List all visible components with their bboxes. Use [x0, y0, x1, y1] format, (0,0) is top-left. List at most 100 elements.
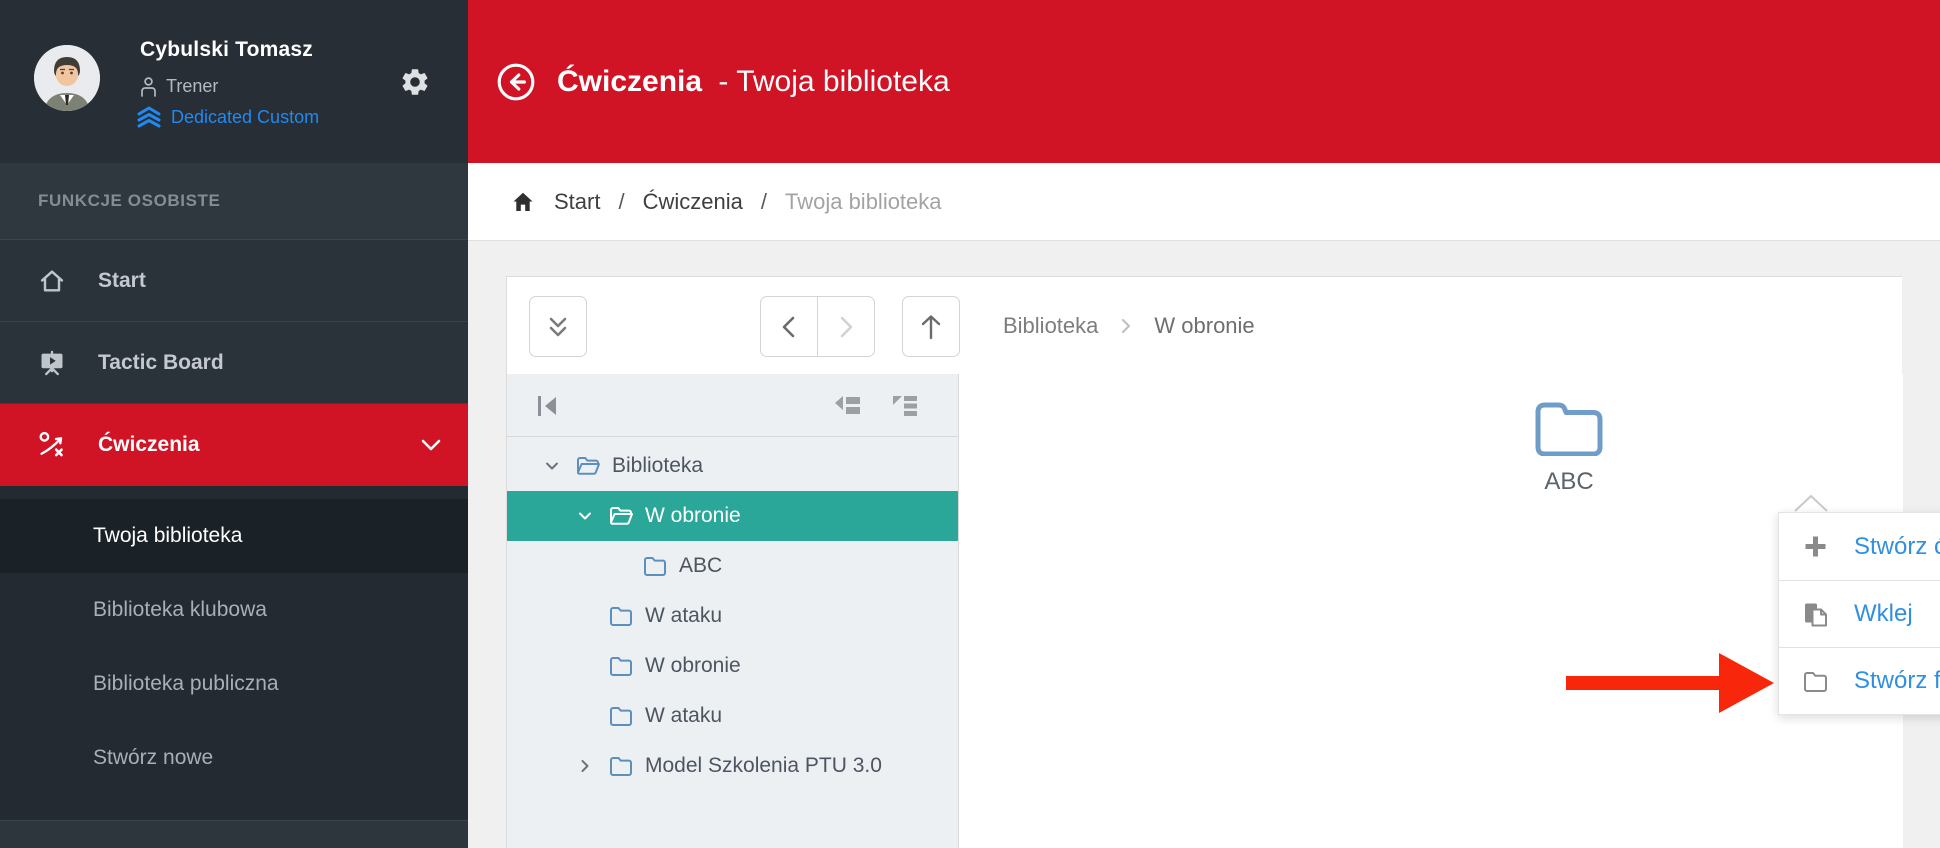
home-icon[interactable]	[510, 190, 536, 214]
folder-icon	[1802, 668, 1829, 695]
tree-item-label: Model Szkolenia PTU 3.0	[645, 754, 882, 778]
collapse-all-icon[interactable]	[834, 395, 861, 416]
collapse-sidebar-icon[interactable]	[535, 393, 561, 419]
sidebar-item-start[interactable]: Start	[0, 240, 468, 322]
chevron-down-icon	[420, 438, 442, 452]
back-button[interactable]	[495, 61, 537, 103]
tree-item-abc[interactable]: ABC	[507, 541, 958, 591]
folder-icon	[642, 555, 668, 577]
tree-item-w-obronie-selected[interactable]: W obronie	[507, 491, 958, 541]
breadcrumb-item-cwiczenia[interactable]: Ćwiczenia	[643, 189, 743, 215]
menu-item-label: Stwórz folder	[1854, 667, 1940, 695]
page-title-subsection: - Twoja biblioteka	[718, 65, 949, 98]
tree-item-label: W obronie	[645, 654, 741, 678]
profile-section: Cybulski Tomasz Trener Dedicated Custom	[0, 0, 468, 163]
sidebar-item-label: Start	[98, 269, 146, 293]
folder-icon	[608, 755, 634, 777]
page-header: Ćwiczenia - Twoja biblioteka	[468, 0, 1940, 163]
sidebar-section-header: FUNKCJE OSOBISTE	[0, 163, 468, 240]
chevron-right-icon	[1120, 317, 1132, 335]
sidebar-submenu: Twoja biblioteka Biblioteka klubowa Bibl…	[0, 486, 468, 820]
tree-rows: Biblioteka W obronie	[507, 441, 958, 791]
history-nav-group	[760, 296, 875, 357]
sidebar-item-tactic-board[interactable]: Tactic Board	[0, 322, 468, 404]
user-role-label: Trener	[166, 76, 218, 97]
folder-tree-panel: Biblioteka W obronie	[507, 374, 959, 848]
breadcrumb-item-start[interactable]: Start	[554, 189, 600, 215]
breadcrumb-separator: /	[761, 189, 767, 215]
path-root[interactable]: Biblioteka	[1003, 313, 1098, 339]
explorer-panel: Biblioteka W obronie	[506, 276, 1902, 848]
tree-item-w-ataku-1[interactable]: W ataku	[507, 591, 958, 641]
content-folder-abc[interactable]: ABC	[1531, 398, 1607, 496]
tree-item-label: W ataku	[645, 604, 722, 628]
menu-item-label: Wklej	[1854, 600, 1913, 628]
expand-all-icon[interactable]	[891, 395, 918, 416]
nav-back-button[interactable]	[761, 297, 818, 356]
tree-item-label: ABC	[679, 554, 722, 578]
breadcrumb-separator: /	[618, 189, 624, 215]
tactic-board-icon	[38, 349, 66, 377]
menu-item-label: Stwórz ćwiczenie	[1854, 533, 1940, 561]
chevron-right-icon	[573, 754, 597, 778]
gear-icon	[399, 66, 431, 98]
folder-icon	[608, 605, 634, 627]
user-role: Trener	[140, 76, 218, 97]
breadcrumb: Start / Ćwiczenia / Twoja biblioteka	[468, 163, 1940, 241]
explorer-toolbar: Biblioteka W obronie	[507, 277, 1902, 374]
avatar[interactable]	[34, 45, 100, 111]
menu-item-stworz-cwiczenie[interactable]: Stwórz ćwiczenie	[1779, 513, 1940, 580]
chevron-down-icon	[573, 504, 597, 528]
folder-open-icon	[608, 505, 634, 527]
sidebar: Cybulski Tomasz Trener Dedicated Custom	[0, 0, 468, 848]
tree-item-label: W ataku	[645, 704, 722, 728]
submenu-item-stworz-nowe[interactable]: Stwórz nowe	[0, 721, 468, 795]
folder-open-icon	[575, 455, 601, 477]
user-plan-label: Dedicated Custom	[171, 107, 319, 128]
avatar-illustration	[34, 45, 100, 111]
folder-label: ABC	[1531, 468, 1607, 496]
tree-item-model-szkolenia[interactable]: Model Szkolenia PTU 3.0	[507, 741, 958, 791]
location-path: Biblioteka W obronie	[1003, 277, 1255, 374]
folder-icon	[608, 705, 634, 727]
context-menu: Stwórz ćwiczenie Wklej Stwórz folder	[1778, 512, 1940, 715]
tree-item-label: W obronie	[645, 504, 741, 528]
tree-item-label: Biblioteka	[612, 454, 703, 478]
collapse-panel-button[interactable]	[529, 296, 587, 357]
submenu-item-biblioteka-publiczna[interactable]: Biblioteka publiczna	[0, 647, 468, 721]
sidebar-item-cwiczenia[interactable]: Ćwiczenia	[0, 404, 468, 486]
settings-button[interactable]	[399, 66, 431, 98]
menu-item-stworz-folder[interactable]: Stwórz folder	[1779, 647, 1940, 714]
submenu-item-biblioteka-klubowa[interactable]: Biblioteka klubowa	[0, 573, 468, 647]
path-current: W obronie	[1154, 313, 1254, 339]
chevron-down-icon	[540, 454, 564, 478]
page-title-section: Ćwiczenia	[557, 65, 702, 98]
folder-contents	[960, 374, 1903, 848]
main-area: Ćwiczenia - Twoja biblioteka Start / Ćwi…	[468, 0, 1940, 848]
nav-up-button[interactable]	[902, 296, 960, 357]
page-title: Ćwiczenia - Twoja biblioteka	[557, 65, 950, 99]
double-chevron-up-icon	[136, 105, 162, 129]
nav-forward-button[interactable]	[818, 297, 875, 356]
home-icon	[38, 267, 66, 295]
user-plan[interactable]: Dedicated Custom	[136, 105, 319, 129]
tree-item-w-obronie-2[interactable]: W obronie	[507, 641, 958, 691]
person-icon	[140, 77, 157, 97]
tree-item-w-ataku-2[interactable]: W ataku	[507, 691, 958, 741]
app-window: Cybulski Tomasz Trener Dedicated Custom	[0, 0, 1940, 848]
plus-icon	[1802, 533, 1829, 560]
sidebar-item-label: Tactic Board	[98, 351, 224, 375]
tree-header	[507, 374, 958, 437]
tree-item-biblioteka[interactable]: Biblioteka	[507, 441, 958, 491]
menu-item-wklej[interactable]: Wklej	[1779, 580, 1940, 647]
sidebar-item-label: Ćwiczenia	[98, 433, 200, 457]
submenu-item-twoja-biblioteka[interactable]: Twoja biblioteka	[0, 499, 468, 573]
chevron-right-icon	[833, 312, 859, 342]
paste-icon	[1802, 601, 1829, 628]
chevron-left-icon	[776, 312, 802, 342]
folder-icon	[608, 655, 634, 677]
breadcrumb-item-current: Twoja biblioteka	[785, 189, 942, 215]
sidebar-next-section	[0, 820, 468, 848]
double-chevron-down-icon	[542, 311, 574, 343]
exercises-tactics-icon	[38, 431, 66, 459]
